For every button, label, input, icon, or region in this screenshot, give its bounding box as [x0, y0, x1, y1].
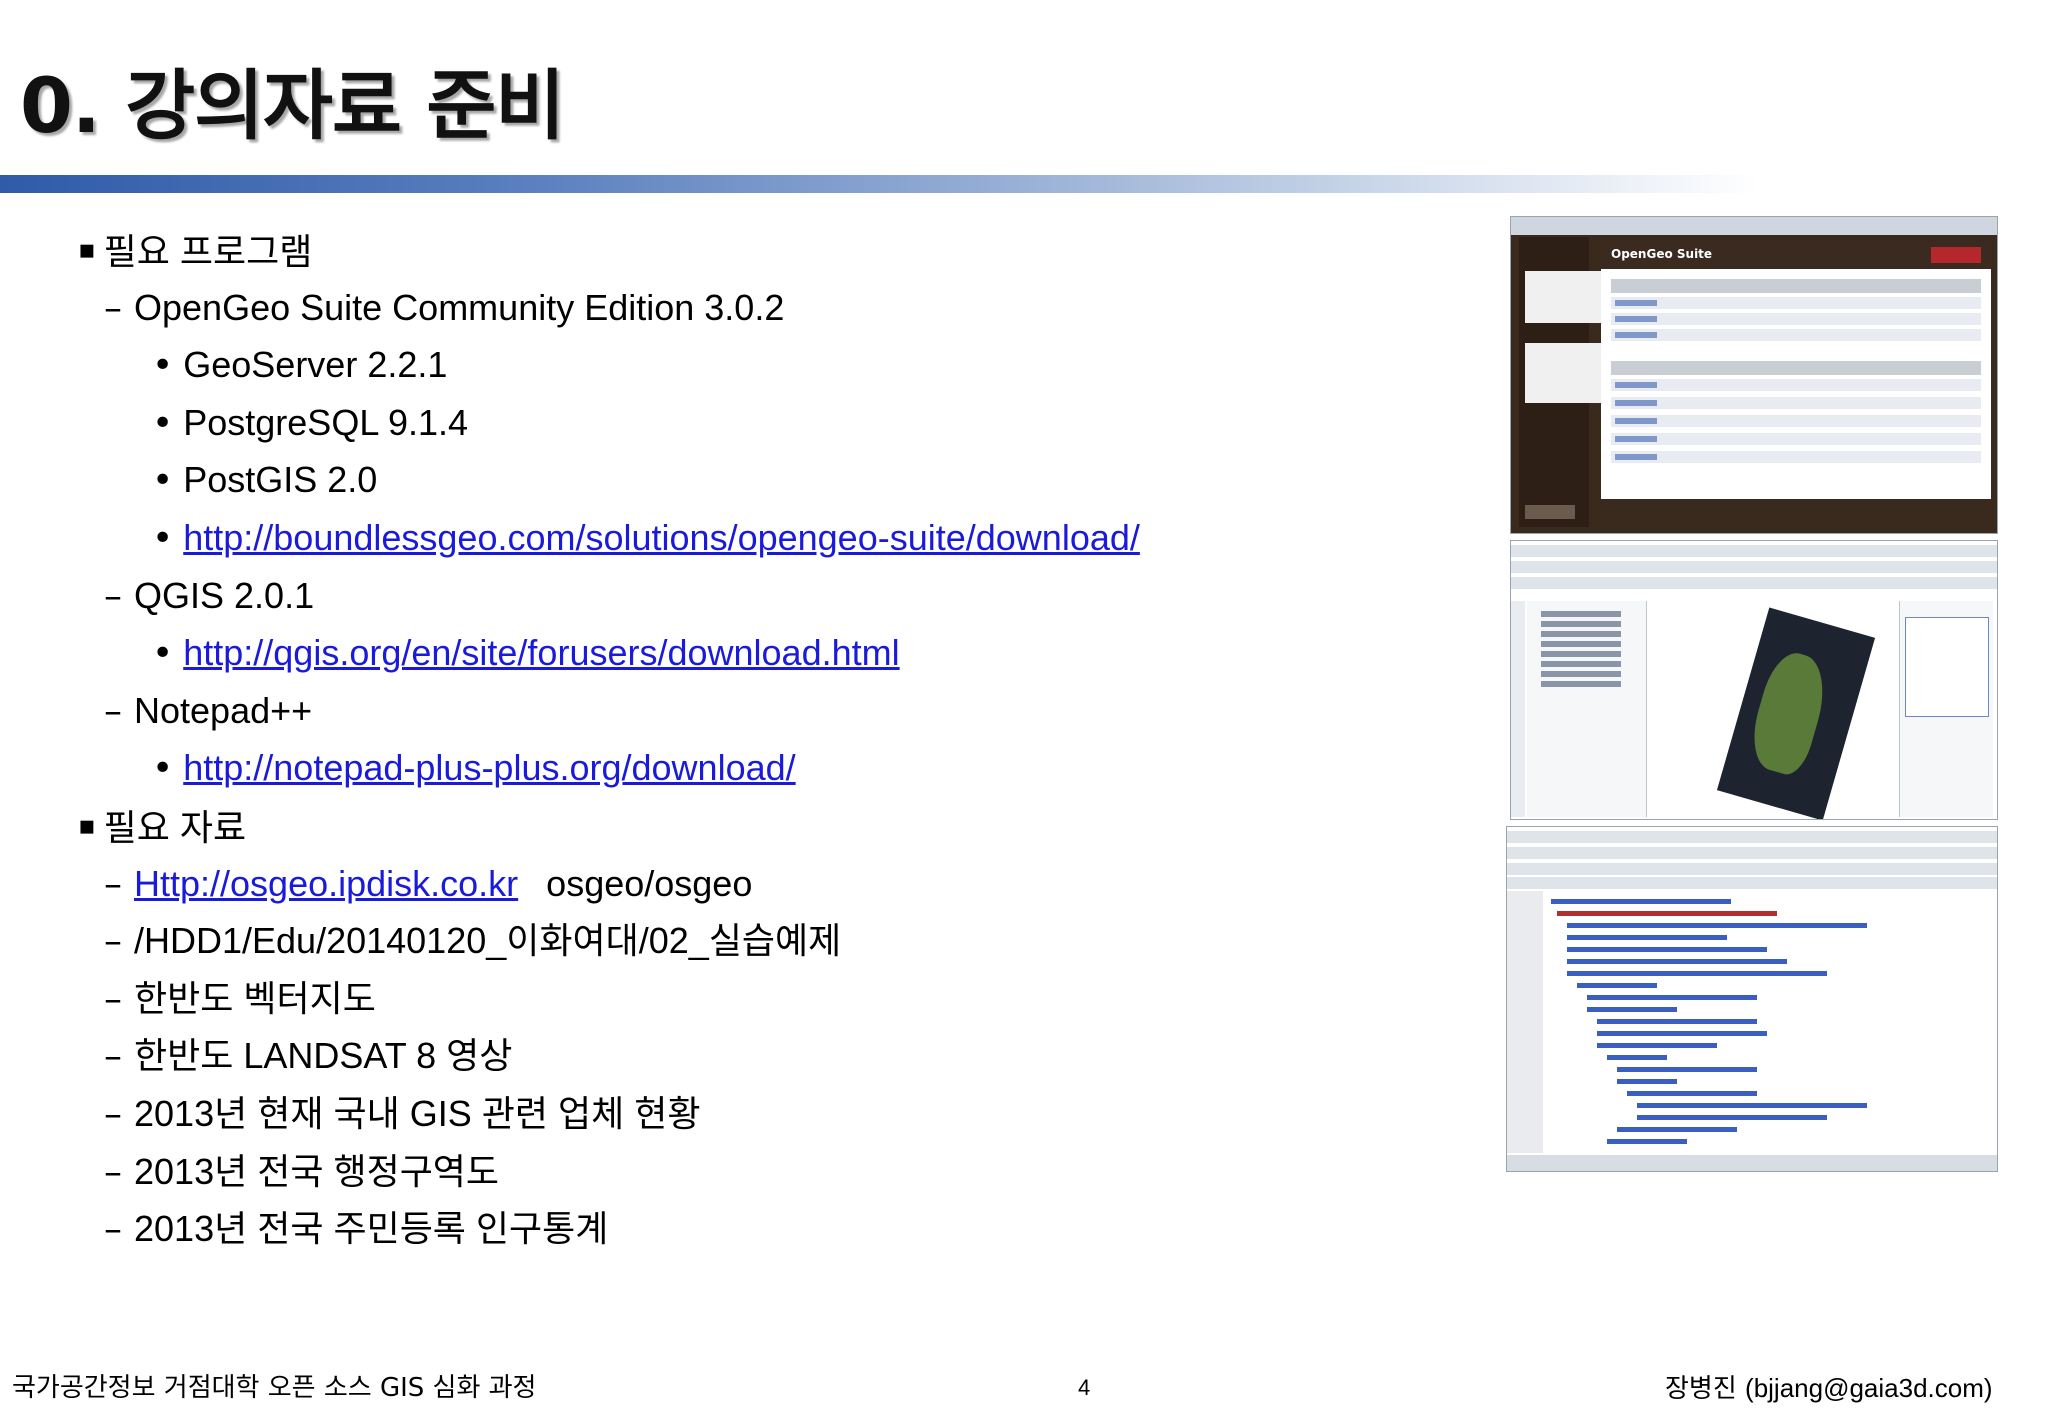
- outline-text: 필요 프로그램: [103, 231, 313, 272]
- outline-item: ▪ 필요 프로그램: [78, 228, 312, 272]
- outline-text: /HDD1/Edu/20140120_이화여대/02_실습예제: [134, 920, 842, 961]
- outline-text: PostGIS 2.0: [183, 459, 378, 500]
- outline-item: • GeoServer 2.2.1: [152, 343, 447, 387]
- download-link[interactable]: http://notepad-plus-plus.org/download/: [183, 747, 795, 788]
- download-link[interactable]: http://qgis.org/en/site/forusers/downloa…: [183, 632, 899, 673]
- qgis-screenshot: [1510, 540, 1998, 820]
- bullet-marker-icon: –: [104, 979, 122, 1020]
- author-email: (bjjang@gaia3d.com): [1745, 1373, 1993, 1403]
- notepad-plus-plus-screenshot: [1506, 826, 1998, 1172]
- outline-item: ▪ 필요 자료: [78, 804, 246, 848]
- outline-link-item[interactable]: • http://notepad-plus-plus.org/download/: [152, 746, 796, 790]
- author-name: 장병진: [1665, 1374, 1737, 1404]
- bullet-marker-icon: –: [104, 921, 122, 962]
- bullet-marker-icon: ▪: [78, 811, 96, 841]
- opengeo-suite-screenshot: OpenGeo Suite: [1510, 216, 1998, 534]
- bullet-marker-icon: •: [152, 345, 174, 386]
- outline-item: – QGIS 2.0.1: [104, 574, 314, 618]
- outline-link-item[interactable]: • http://boundlessgeo.com/solutions/openg…: [152, 516, 1140, 560]
- download-link[interactable]: Http://osgeo.ipdisk.co.kr: [134, 863, 518, 904]
- outline-item: • PostGIS 2.0: [152, 458, 377, 502]
- outline-text: 필요 자료: [103, 807, 247, 848]
- outline-item: –2013년 전국 주민등록 인구통계: [104, 1207, 608, 1251]
- bullet-marker-icon: –: [104, 1152, 122, 1193]
- outline-link-item[interactable]: – Http://osgeo.ipdisk.co.kr osgeo/osgeo: [104, 862, 752, 906]
- outline-text: OpenGeo Suite Community Edition 3.0.2: [134, 287, 785, 328]
- author-credit: 장병진 (bjjang@gaia3d.com): [1665, 1372, 1993, 1405]
- outline-item: –2013년 현재 국내 GIS 관련 업체 현황: [104, 1092, 700, 1136]
- outline-item: • PostgreSQL 9.1.4: [152, 401, 468, 445]
- bullet-marker-icon: •: [152, 633, 174, 674]
- outline-text: QGIS 2.0.1: [134, 575, 315, 616]
- outline-item: –/HDD1/Edu/20140120_이화여대/02_실습예제: [104, 919, 841, 963]
- opengeo-header-label: OpenGeo Suite: [1611, 247, 1713, 261]
- download-link[interactable]: http://boundlessgeo.com/solutions/openge…: [183, 517, 1140, 558]
- opengeo-logo-icon: [1525, 505, 1575, 519]
- shutdown-button-icon: [1931, 247, 1981, 263]
- outline-text: Notepad++: [134, 690, 313, 731]
- outline-text: PostgreSQL 9.1.4: [183, 402, 469, 443]
- bullet-marker-icon: •: [152, 460, 174, 501]
- bullet-marker-icon: –: [104, 288, 122, 329]
- outline-text: 2013년 현재 국내 GIS 관련 업체 현황: [134, 1093, 701, 1134]
- outline-item: –2013년 전국 행정구역도: [104, 1150, 499, 1194]
- outline-text: 2013년 전국 주민등록 인구통계: [134, 1208, 609, 1249]
- outline-item: – OpenGeo Suite Community Edition 3.0.2: [104, 286, 784, 330]
- bullet-marker-icon: –: [104, 864, 122, 905]
- page-number: 4: [1078, 1375, 1091, 1400]
- outline-item: – 한반도 LANDSAT 8 영상: [104, 1034, 512, 1078]
- bullet-marker-icon: •: [152, 403, 174, 444]
- bullet-marker-icon: •: [152, 748, 174, 789]
- bullet-outline: ▪ 필요 프로그램 – OpenGeo Suite Community Edition…: [0, 0, 1200, 1300]
- bullet-marker-icon: –: [104, 1209, 122, 1250]
- outline-text: GeoServer 2.2.1: [183, 344, 448, 385]
- credentials-text: osgeo/osgeo: [546, 863, 753, 904]
- bullet-marker-icon: ▪: [78, 235, 96, 265]
- outline-item: – 한반도 벡터지도: [104, 977, 376, 1021]
- bullet-marker-icon: –: [104, 691, 122, 732]
- outline-link-item[interactable]: • http://qgis.org/en/site/forusers/downlo…: [152, 631, 900, 675]
- bullet-marker-icon: –: [104, 576, 122, 617]
- bullet-marker-icon: •: [152, 518, 174, 559]
- outline-text: 2013년 전국 행정구역도: [134, 1151, 500, 1192]
- bullet-marker-icon: –: [104, 1036, 122, 1077]
- bullet-marker-icon: –: [104, 1094, 122, 1135]
- outline-text: 한반도 벡터지도: [134, 978, 376, 1019]
- outline-text: 한반도 LANDSAT 8 영상: [134, 1035, 513, 1076]
- outline-item: – Notepad++: [104, 689, 312, 733]
- course-name: 국가공간정보 거점대학 오픈 소스 GIS 심화 과정: [12, 1373, 537, 1403]
